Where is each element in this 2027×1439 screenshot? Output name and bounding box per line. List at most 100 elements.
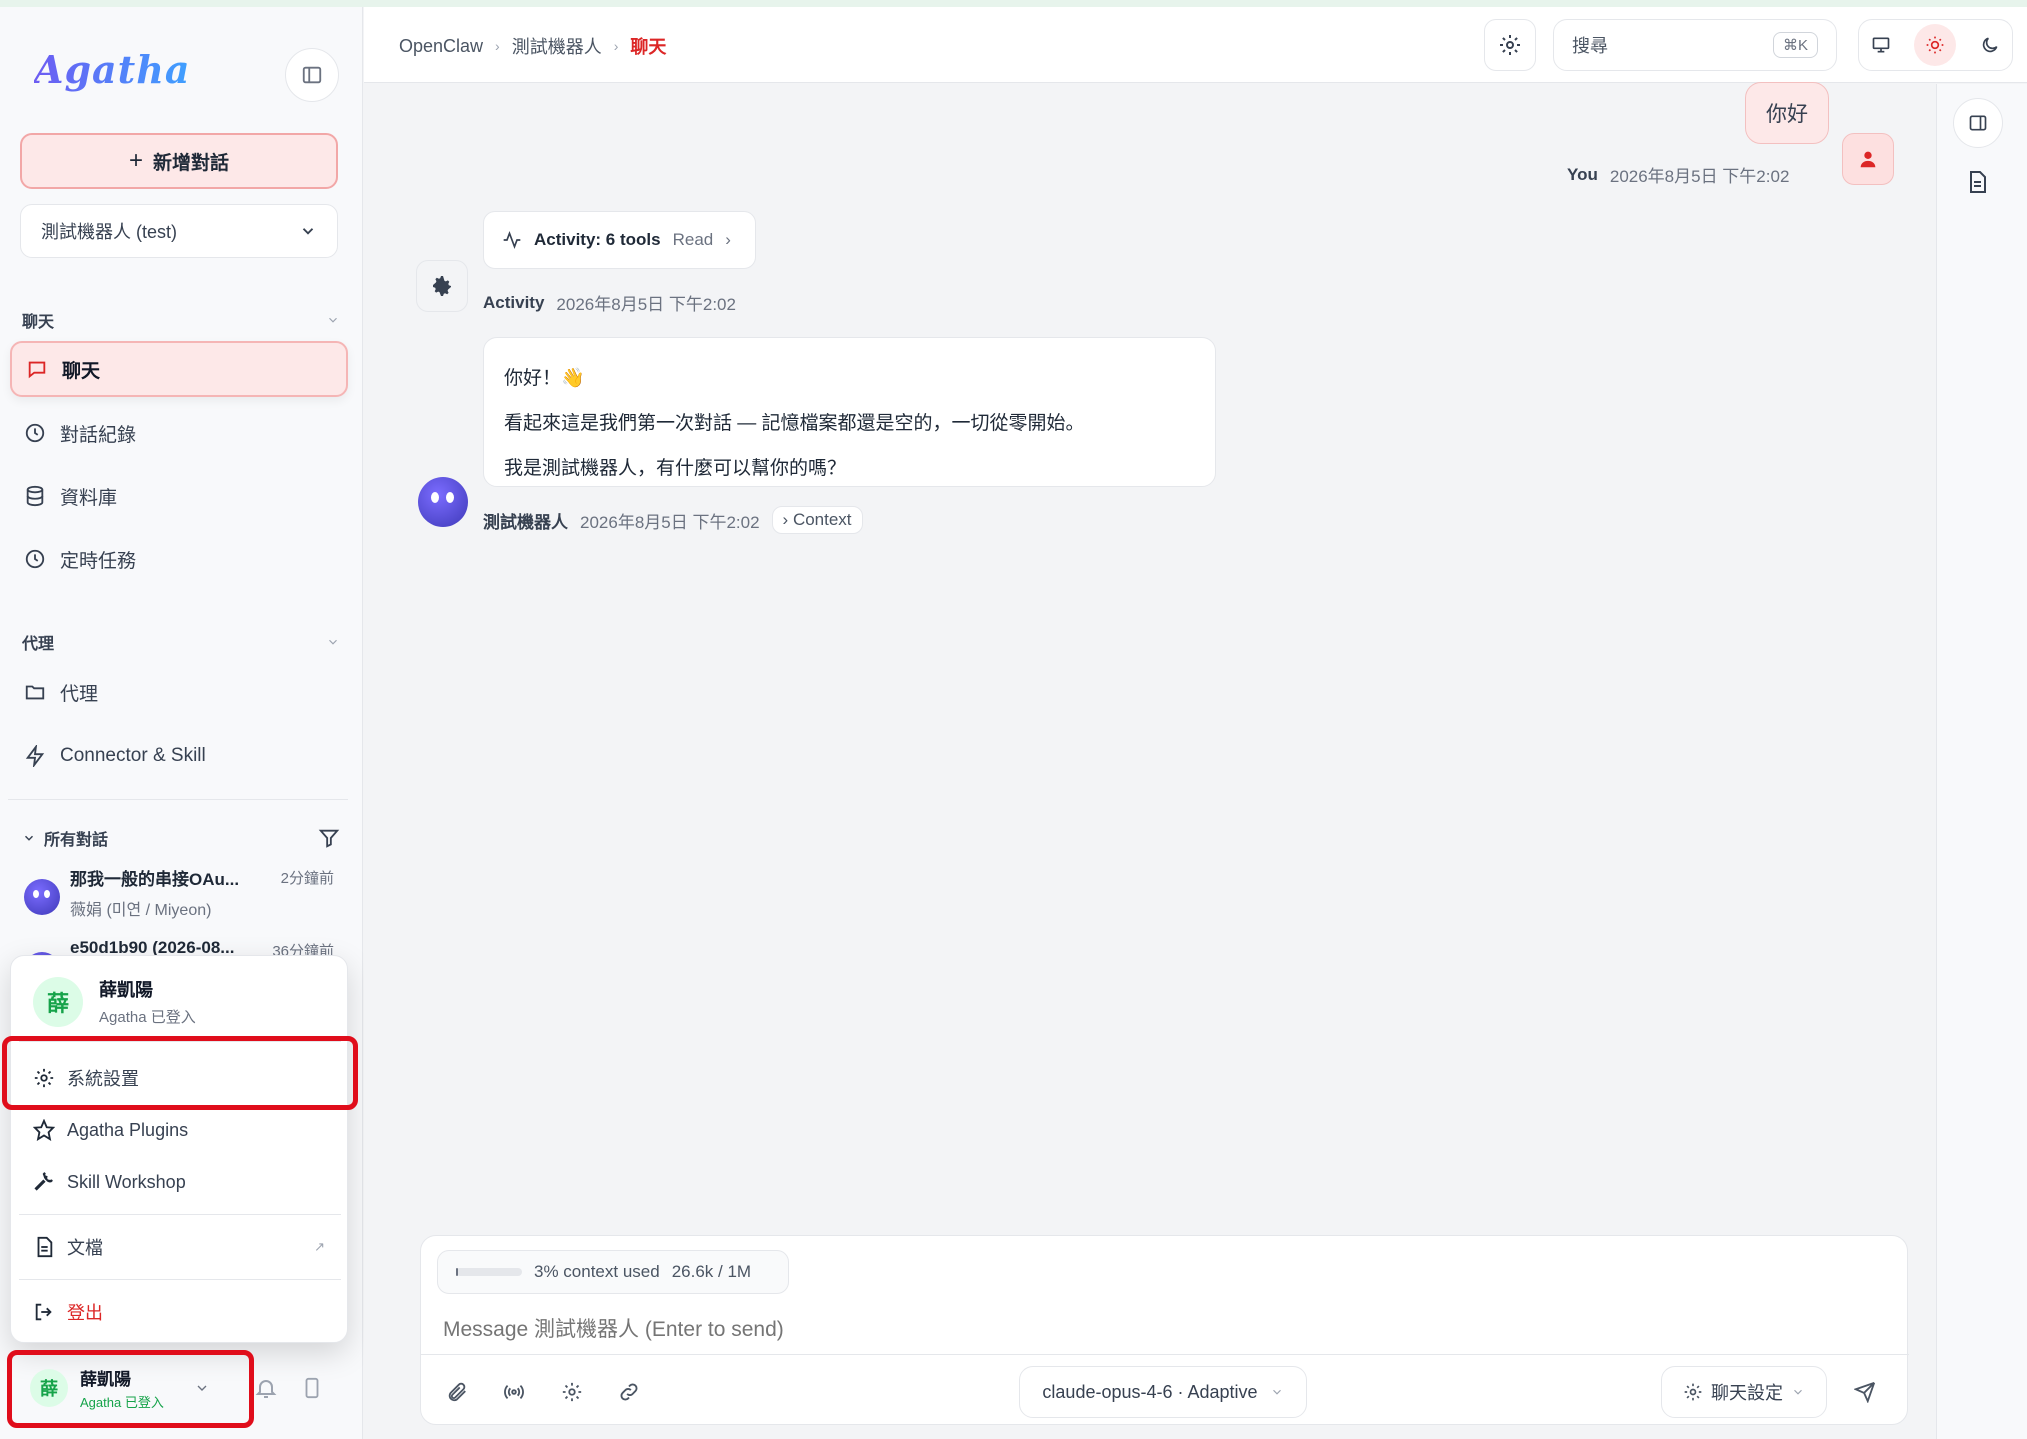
sidebar-item-connector-skill[interactable]: Connector & Skill bbox=[10, 728, 348, 784]
section-agent-header[interactable]: 代理 bbox=[22, 630, 340, 654]
folder-icon bbox=[25, 685, 45, 700]
attach-button[interactable] bbox=[437, 1372, 477, 1412]
sidebar-divider bbox=[8, 799, 348, 800]
bot-avatar bbox=[418, 477, 468, 527]
activity-card[interactable]: Activity: 6 tools Read › bbox=[483, 211, 756, 269]
device-button[interactable] bbox=[301, 1376, 323, 1400]
search-shortcut: ⌘K bbox=[1772, 32, 1818, 58]
message-input[interactable] bbox=[443, 1318, 1843, 1342]
theme-switcher bbox=[1858, 19, 2013, 71]
context-toggle[interactable]: › Context bbox=[771, 506, 863, 534]
context-tokens: 26.6k / 1M bbox=[671, 1262, 752, 1281]
activity-icon bbox=[503, 230, 521, 250]
top-strip bbox=[0, 0, 2027, 7]
clock-icon bbox=[25, 423, 45, 443]
user-name: 薛凱陽 bbox=[99, 980, 153, 1000]
gear-icon bbox=[1684, 1383, 1702, 1401]
moon-icon[interactable] bbox=[1980, 35, 2000, 55]
sidebar-item-chat[interactable]: 聊天 bbox=[10, 341, 348, 397]
breadcrumb-current: 聊天 bbox=[630, 37, 667, 57]
search-placeholder: 搜尋 bbox=[1572, 36, 1608, 56]
breadcrumb-item[interactable]: OpenClaw bbox=[399, 36, 483, 57]
document-icon bbox=[1970, 171, 1986, 193]
settings-button[interactable] bbox=[1484, 19, 1536, 71]
model-selector[interactable]: claude-opus-4-6 · Adaptive bbox=[1019, 1366, 1307, 1418]
section-chat-header[interactable]: 聊天 bbox=[22, 308, 340, 332]
user-avatar bbox=[1842, 133, 1894, 185]
broadcast-button[interactable] bbox=[494, 1372, 534, 1412]
menu-item-logout[interactable]: 登出 bbox=[11, 1287, 349, 1337]
paperclip-icon bbox=[448, 1382, 466, 1402]
logout-icon bbox=[35, 1303, 52, 1321]
timestamp: 2026年8月5日 下午2:02 bbox=[1609, 167, 1790, 186]
user-status: Agatha 已登入 bbox=[99, 1009, 196, 1026]
sender-name: You bbox=[1567, 164, 1598, 184]
context-usage[interactable]: 3% context used 26.6k / 1M bbox=[437, 1250, 789, 1294]
top-header: OpenClaw › 測試機器人 › 聊天 搜尋 ⌘K bbox=[364, 7, 2027, 83]
clock-icon bbox=[25, 549, 45, 569]
breadcrumb: OpenClaw › 測試機器人 › 聊天 bbox=[399, 33, 666, 59]
chevron-down-icon bbox=[24, 835, 34, 841]
chevron-down-icon bbox=[1272, 1389, 1281, 1395]
light-theme-button[interactable] bbox=[1914, 24, 1957, 66]
notifications-button[interactable] bbox=[254, 1376, 278, 1400]
sidebar-collapse-button[interactable] bbox=[285, 48, 339, 102]
sidebar-item-history[interactable]: 對話紀錄 bbox=[10, 405, 348, 461]
menu-item-docs[interactable]: 文檔 ↗ bbox=[11, 1222, 349, 1272]
activity-label: Activity: 6 tools bbox=[534, 230, 661, 249]
context-used-label: 3% context used bbox=[534, 1262, 660, 1281]
wrench-icon bbox=[34, 1172, 53, 1191]
sidebar-item-scheduled-tasks[interactable]: 定時任務 bbox=[10, 531, 348, 587]
activity-meta: Activity 2026年8月5日 下午2:02 bbox=[483, 290, 736, 315]
all-conversations-header[interactable]: 所有對話 bbox=[22, 826, 340, 850]
link-button[interactable] bbox=[609, 1372, 649, 1412]
message-line: 看起來這是我們第一次對話 — 記憶檔案都還是空的，一切從零開始。 bbox=[504, 413, 1085, 434]
new-chat-button[interactable]: + 新增對話 bbox=[20, 133, 338, 189]
timestamp: 2026年8月5日 下午2:02 bbox=[580, 512, 760, 532]
breadcrumb-item[interactable]: 測試機器人 bbox=[512, 33, 602, 59]
user-message-bubble: 你好 bbox=[1745, 82, 1829, 144]
monitor-icon[interactable] bbox=[1871, 35, 1891, 55]
message-line: 你好！👋 bbox=[504, 368, 585, 389]
sidebar-item-agents[interactable]: 代理 bbox=[10, 664, 348, 720]
user-message-meta: You 2026年8月5日 下午2:02 bbox=[1567, 162, 1789, 187]
plus-icon: + bbox=[128, 147, 143, 174]
bot-selector[interactable]: 測試機器人 (test) bbox=[20, 204, 338, 258]
document-icon bbox=[37, 1236, 53, 1258]
sender-name: Activity bbox=[483, 292, 545, 312]
composer-divider bbox=[421, 1354, 1909, 1355]
sidebar-item-database[interactable]: 資料庫 bbox=[10, 468, 348, 524]
send-button[interactable] bbox=[1845, 1372, 1885, 1412]
bot-message-bubble: 你好！👋 看起來這是我們第一次對話 — 記憶檔案都還是空的，一切從零開始。 我是… bbox=[483, 337, 1216, 487]
breadcrumb-separator: › bbox=[495, 38, 500, 54]
app-logo[interactable]: Agatha bbox=[34, 47, 190, 92]
bolt-icon bbox=[25, 745, 45, 767]
timestamp: 2026年8月5日 下午2:02 bbox=[556, 295, 736, 314]
link-icon bbox=[620, 1383, 638, 1401]
user-menu-profile: 薛 薛凱陽 Agatha 已登入 bbox=[33, 976, 196, 1027]
gear-icon bbox=[562, 1382, 582, 1402]
panel-toggle-button[interactable] bbox=[1953, 98, 2003, 148]
panel-icon bbox=[1969, 115, 1987, 131]
star-icon bbox=[33, 1119, 55, 1141]
search-input[interactable]: 搜尋 ⌘K bbox=[1553, 19, 1837, 71]
menu-divider bbox=[19, 1214, 341, 1215]
document-button[interactable] bbox=[1965, 170, 1989, 194]
filter-icon[interactable] bbox=[318, 827, 340, 849]
avatar: 薛 bbox=[33, 976, 83, 1027]
conversation-item[interactable]: 那我一般的串接OAu... 薇娟 (미연 / Miyeon) 2分鐘前 bbox=[24, 865, 334, 925]
tools-button[interactable] bbox=[552, 1372, 592, 1412]
external-link-icon: ↗ bbox=[314, 1239, 325, 1254]
chat-settings-button[interactable]: 聊天設定 bbox=[1661, 1366, 1827, 1418]
activity-avatar bbox=[416, 260, 468, 312]
menu-divider bbox=[19, 1279, 341, 1280]
menu-item-skill-workshop[interactable]: Skill Workshop bbox=[11, 1157, 349, 1207]
menu-item-agatha-plugins[interactable]: Agatha Plugins bbox=[11, 1105, 349, 1155]
chevron-down-icon bbox=[329, 317, 337, 323]
person-icon bbox=[1860, 151, 1876, 168]
gear-icon bbox=[433, 276, 451, 296]
message-line: 我是測試機器人，有什麼可以幫你的嗎？ bbox=[504, 458, 847, 479]
bot-avatar bbox=[24, 879, 60, 915]
bot-selector-value: 測試機器人 (test) bbox=[41, 222, 178, 242]
new-chat-label: 新增對話 bbox=[153, 152, 230, 174]
